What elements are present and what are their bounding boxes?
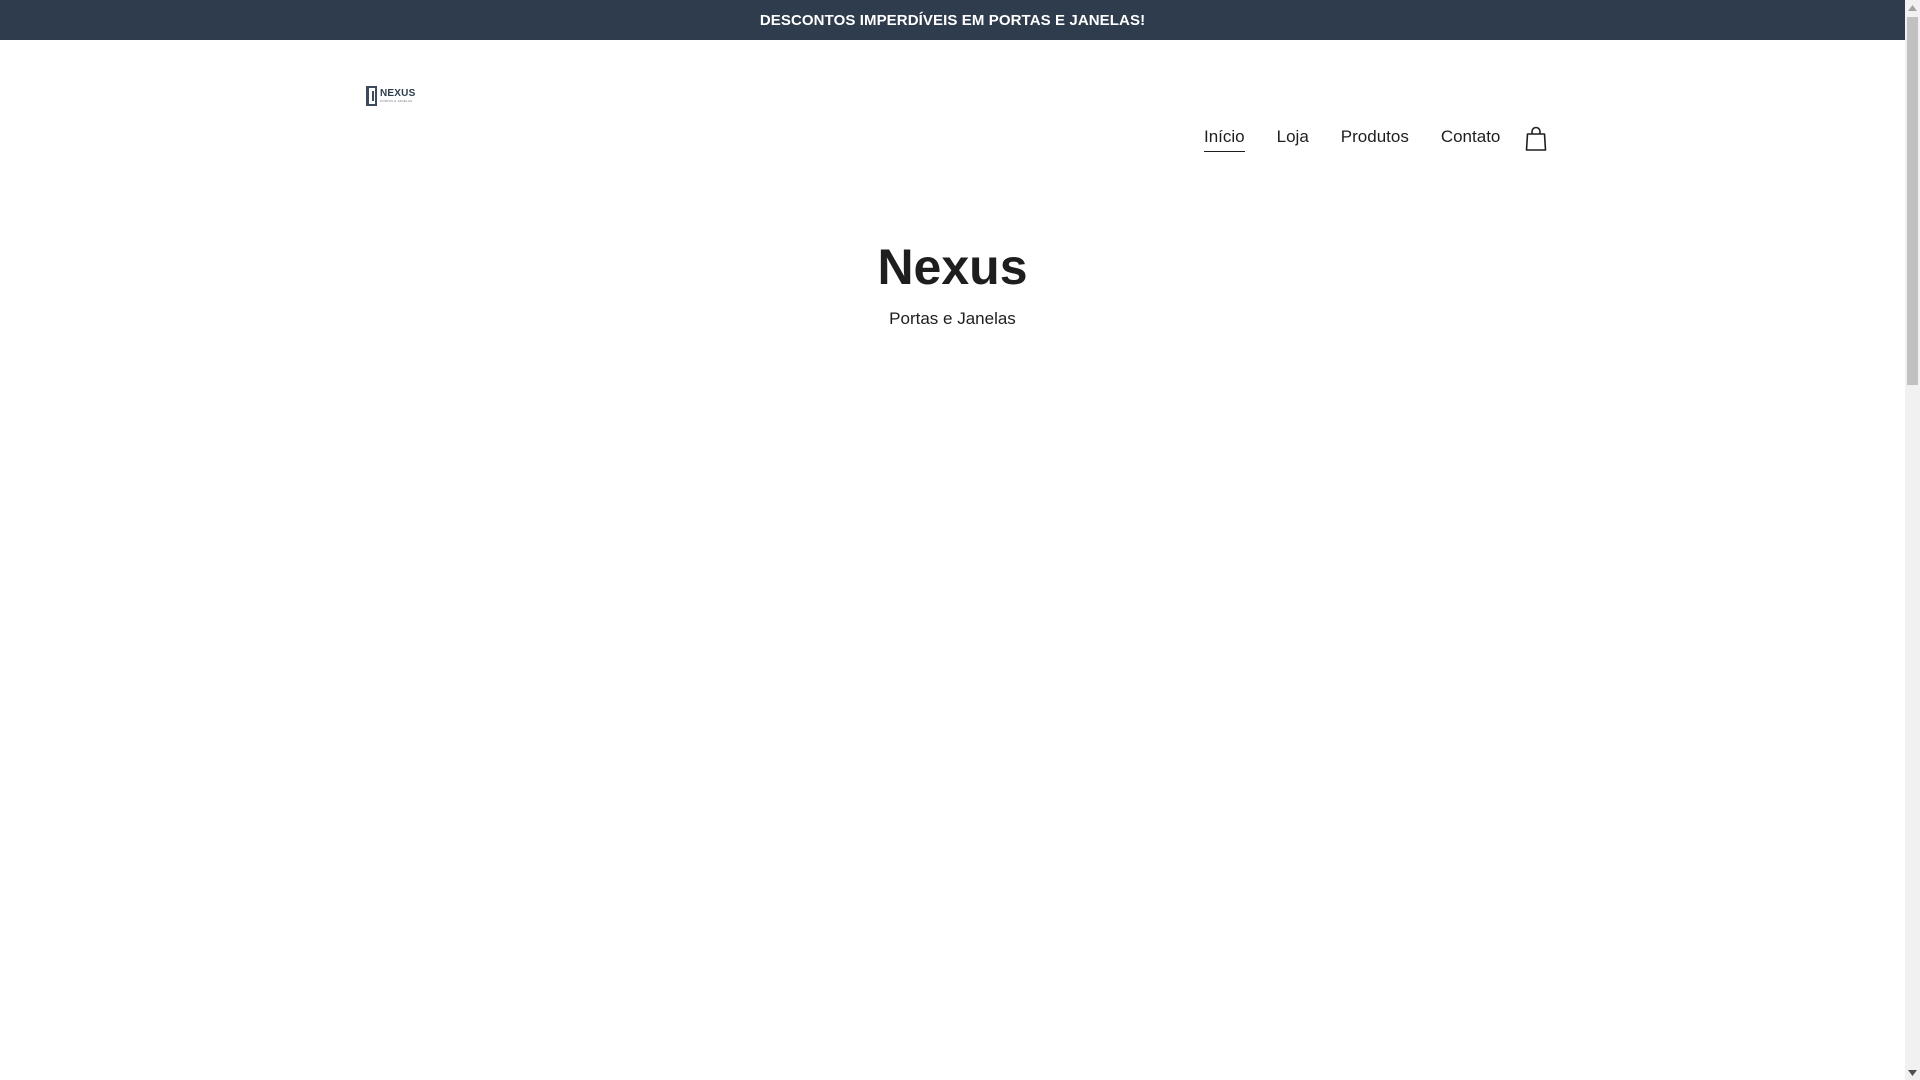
- announcement-bar: DESCONTOS IMPERDÍVEIS EM PORTAS E JANELA…: [0, 0, 1905, 40]
- browser-viewport: DESCONTOS IMPERDÍVEIS EM PORTAS E JANELA…: [0, 0, 1920, 1080]
- hero-section: Nexus Portas e Janelas: [0, 240, 1905, 329]
- nav-link-inicio[interactable]: Início: [1204, 127, 1245, 152]
- main-nav: Início Loja Produtos Contato: [1204, 127, 1501, 152]
- site-header: NEXUS PORTAS E JANELAS Início Loja Produ…: [0, 40, 1905, 160]
- logo-text: NEXUS PORTAS E JANELAS: [380, 89, 415, 103]
- logo[interactable]: NEXUS PORTAS E JANELAS: [366, 86, 415, 106]
- announcement-text: DESCONTOS IMPERDÍVEIS EM PORTAS E JANELA…: [759, 11, 1146, 29]
- vertical-scrollbar[interactable]: [1905, 0, 1920, 1080]
- door-logo-icon: [366, 86, 377, 106]
- nav-link-loja[interactable]: Loja: [1277, 127, 1309, 152]
- logo-name: NEXUS: [380, 88, 416, 99]
- hero-title: Nexus: [877, 239, 1028, 295]
- hero-subtitle: Portas e Janelas: [889, 309, 1016, 328]
- nav-link-produtos[interactable]: Produtos: [1341, 127, 1409, 152]
- scroll-down-icon[interactable]: [1905, 1065, 1920, 1080]
- logo-tagline: PORTAS E JANELAS: [380, 99, 413, 103]
- nav-link-contato[interactable]: Contato: [1441, 127, 1501, 152]
- scroll-up-icon[interactable]: [1905, 0, 1920, 15]
- page: DESCONTOS IMPERDÍVEIS EM PORTAS E JANELA…: [0, 0, 1905, 1080]
- scroll-thumb[interactable]: [1907, 17, 1918, 385]
- cart-button[interactable]: [1525, 126, 1547, 152]
- shopping-bag-icon: [1525, 126, 1547, 151]
